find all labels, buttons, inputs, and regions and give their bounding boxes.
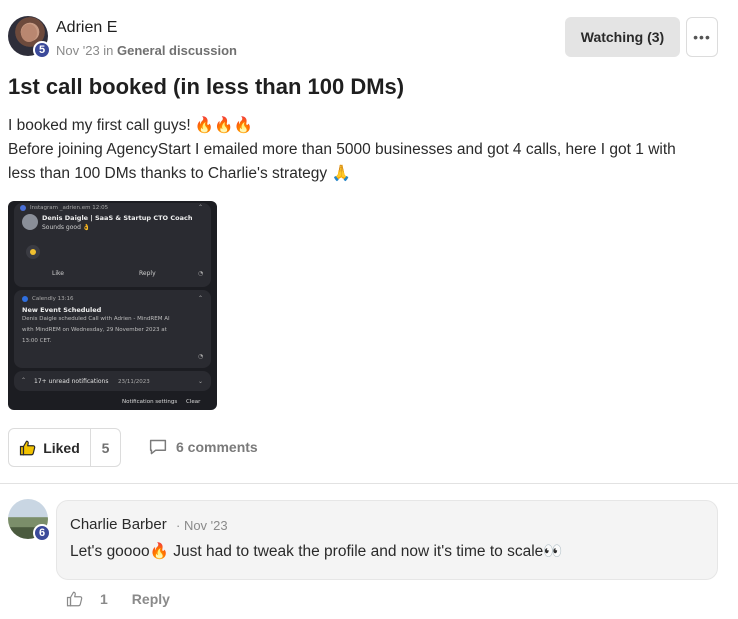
comment-bubble: Charlie Barber · Nov '23 Let's goooo🔥 Ju… — [56, 500, 718, 580]
dm-sender-name: Denis Daigle | SaaS & Startup CTO Coach — [42, 214, 193, 222]
ig-header: Instagram _adrien.em 12:05 — [30, 205, 109, 211]
event-title: New Event Scheduled — [22, 306, 102, 314]
reply-action: Reply — [139, 270, 156, 277]
event-line: with MindREM on Wednesday, 29 November 2… — [22, 327, 167, 333]
comments-count: 6 comments — [176, 439, 258, 455]
emoji-icon — [30, 249, 36, 255]
chevron-down-icon: ⌄ — [198, 378, 204, 385]
post-body-line: I booked my first call guys! 🔥🔥🔥 — [8, 117, 253, 134]
like-control[interactable]: Liked 5 — [8, 428, 121, 467]
calendly-header: Calendly 13:16 — [32, 296, 74, 302]
comment-text: Let's goooo🔥 Just had to tweak the profi… — [70, 543, 563, 560]
attachment-image[interactable]: Instagram _adrien.em 12:05 ⌃ Denis Daigl… — [8, 201, 217, 410]
commenter-level-badge: 6 — [33, 524, 51, 542]
post-category[interactable]: General discussion — [117, 43, 237, 58]
reply-button[interactable]: Reply — [132, 591, 170, 607]
author-level-badge: 5 — [33, 41, 51, 59]
section-divider — [0, 483, 738, 484]
comment-icon — [149, 439, 167, 455]
like-button[interactable]: Liked — [9, 429, 91, 466]
instagram-icon — [20, 205, 26, 211]
calendly-icon — [22, 296, 28, 302]
collapse-chevron-icon: ⌃ — [198, 295, 204, 302]
post-title: 1st call booked (in less than 100 DMs) — [8, 74, 405, 99]
notification-settings: Notification settings — [122, 399, 178, 405]
post-date: Nov '23 — [56, 43, 100, 58]
collapse-chevron-icon: ⌃ — [198, 204, 204, 211]
like-action: Like — [52, 270, 64, 277]
post-body-line: less than 100 DMs thanks to Charlie's st… — [8, 165, 351, 182]
bell-icon: ◔ — [198, 353, 204, 360]
unread-date: 23/11/2023 — [118, 379, 150, 385]
watching-button[interactable]: Watching (3) — [565, 17, 680, 57]
post-body-line: Before joining AgencyStart I emailed mor… — [8, 141, 676, 158]
comment-author[interactable]: Charlie Barber — [70, 516, 167, 533]
clear-button: Clear — [186, 399, 201, 405]
post-body: I booked my first call guys! 🔥🔥🔥 Before … — [8, 114, 723, 186]
post-meta-in: in — [99, 43, 118, 58]
comment-date: · Nov '23 — [176, 518, 228, 533]
author-name[interactable]: Adrien E — [56, 19, 117, 37]
like-count[interactable]: 5 — [91, 429, 120, 466]
dm-message: Sounds good 👌 — [42, 224, 91, 231]
post-meta: Nov '23 in General discussion — [56, 43, 237, 58]
bell-icon: ◔ — [198, 270, 204, 277]
chevron-up-icon: ⌃ — [21, 377, 27, 384]
liked-label: Liked — [43, 439, 80, 456]
comments-link[interactable]: 6 comments — [148, 438, 258, 456]
comment-actions: 1 Reply — [66, 590, 170, 608]
event-line: Denis Daigle scheduled Call with Adrien … — [22, 316, 170, 322]
thumbs-up-icon — [20, 440, 36, 455]
sender-avatar — [22, 214, 38, 230]
thumbs-up-outline-icon[interactable] — [66, 590, 84, 608]
comment-like-count: 1 — [100, 591, 108, 607]
unread-count: 17+ unread notifications — [34, 378, 109, 385]
more-options-button[interactable]: ••• — [686, 17, 718, 57]
event-line: 13:00 CET. — [22, 338, 52, 344]
